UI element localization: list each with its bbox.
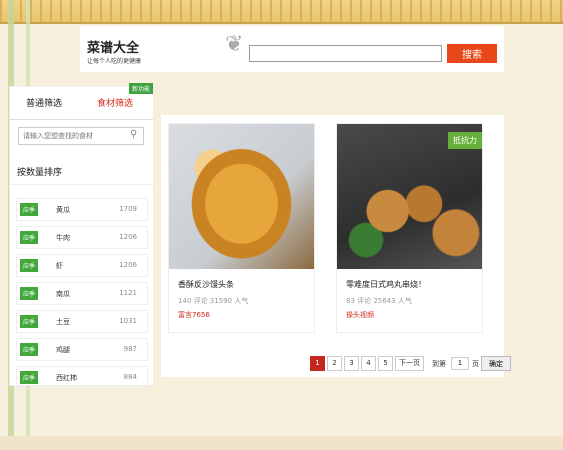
season-tag: 应季 bbox=[20, 371, 39, 384]
recipe-title[interactable]: 零难度日式鸡丸串烧！ bbox=[346, 279, 426, 290]
ingredient-name: 黄瓜 bbox=[56, 206, 70, 214]
recipe-author[interactable]: 富言7656 bbox=[178, 310, 210, 320]
search-button[interactable]: 搜索 bbox=[447, 44, 497, 63]
search-input[interactable] bbox=[249, 45, 442, 62]
ingredient-count: 1206 bbox=[119, 233, 137, 241]
list-item[interactable]: 应季 土豆 1031 bbox=[16, 310, 148, 333]
recipe-badge: 抵抗力 bbox=[448, 132, 482, 149]
tab-basic-filter[interactable]: 普通筛选 bbox=[26, 96, 62, 109]
recipe-title[interactable]: 香酥反沙馒头条 bbox=[178, 279, 234, 290]
recipe-card[interactable]: 香酥反沙馒头条 140 评论 31590 人气 富言7656 bbox=[168, 123, 315, 333]
ingredient-name: 土豆 bbox=[56, 318, 70, 326]
season-tag: 应季 bbox=[20, 259, 39, 272]
ingredient-name: 西红柿 bbox=[56, 374, 77, 382]
recipe-image[interactable]: 抵抗力 bbox=[337, 124, 482, 269]
recipe-grid: 香酥反沙馒头条 140 评论 31590 人气 富言7656 抵抗力 零难度日式… bbox=[161, 115, 504, 377]
ingredient-name: 鸡腿 bbox=[56, 346, 70, 354]
divider bbox=[10, 184, 153, 185]
pagination: 1 2 3 4 5 下一页 到第 页 确定 bbox=[310, 356, 511, 371]
list-item[interactable]: 应季 南瓜 1121 bbox=[16, 282, 148, 305]
goto-suffix: 页 bbox=[472, 359, 479, 368]
ingredient-count: 1206 bbox=[119, 261, 137, 269]
page-button[interactable]: 1 bbox=[310, 356, 325, 371]
page-button[interactable]: 2 bbox=[327, 356, 342, 371]
list-item[interactable]: 应季 西红柿 884 bbox=[16, 366, 148, 389]
ingredient-list: 应季 黄瓜 1709 应季 牛肉 1206 应季 虾 1206 应季 南瓜 11… bbox=[16, 198, 148, 394]
tab-ingredient-filter[interactable]: 食材筛选 bbox=[97, 96, 133, 109]
ingredient-count: 1709 bbox=[119, 205, 137, 213]
next-page-button[interactable]: 下一页 bbox=[395, 356, 424, 371]
recipe-stats: 140 评论 31590 人气 bbox=[178, 297, 249, 305]
site-title[interactable]: 菜谱大全 bbox=[87, 37, 139, 56]
recipe-card[interactable]: 抵抗力 零难度日式鸡丸串烧！ 83 评论 25643 人气 操头视频 bbox=[336, 123, 483, 333]
list-item[interactable]: 应季 黄瓜 1709 bbox=[16, 198, 148, 221]
page-button[interactable]: 4 bbox=[361, 356, 376, 371]
recipe-image[interactable] bbox=[169, 124, 314, 269]
ingredient-count: 987 bbox=[123, 345, 137, 353]
season-tag: 应季 bbox=[20, 203, 39, 216]
ingredient-name: 虾 bbox=[56, 262, 63, 270]
new-feature-badge: 新功能 bbox=[128, 83, 153, 94]
page-button[interactable]: 5 bbox=[378, 356, 393, 371]
site-subtitle: 让每个人吃的更健康 bbox=[87, 58, 142, 65]
filter-sidebar: 普通筛选 食材筛选 新功能 ⚲ 按数量排序 应季 黄瓜 1709 应季 牛肉 1… bbox=[9, 83, 154, 389]
ingredient-count: 1121 bbox=[119, 289, 137, 297]
site-header: 菜谱大全 让每个人吃的更健康 ❦ 搜索 bbox=[80, 26, 504, 72]
goto-page-input[interactable] bbox=[451, 357, 469, 370]
page-button[interactable]: 3 bbox=[344, 356, 359, 371]
decorative-border bbox=[0, 0, 563, 24]
bottom-decoration bbox=[0, 436, 563, 450]
ingredient-count: 884 bbox=[123, 373, 137, 381]
sort-title: 按数量排序 bbox=[17, 168, 63, 178]
ingredient-search-input[interactable] bbox=[18, 127, 144, 145]
goto-label: 到第 bbox=[432, 359, 446, 368]
season-tag: 应季 bbox=[20, 343, 39, 356]
list-item[interactable]: 应季 牛肉 1206 bbox=[16, 226, 148, 249]
filter-tabs: 普通筛选 食材筛选 新功能 bbox=[10, 83, 153, 120]
recipe-stats: 83 评论 25643 人气 bbox=[346, 297, 412, 305]
season-tag: 应季 bbox=[20, 231, 39, 244]
season-tag: 应季 bbox=[20, 287, 39, 300]
search-icon[interactable]: ⚲ bbox=[130, 129, 137, 140]
confirm-button[interactable]: 确定 bbox=[481, 356, 511, 371]
list-item[interactable]: 应季 鸡腿 987 bbox=[16, 338, 148, 361]
ingredient-count: 1031 bbox=[119, 317, 137, 325]
ingredient-name: 牛肉 bbox=[56, 234, 70, 242]
recipe-author[interactable]: 操头视频 bbox=[346, 310, 374, 320]
season-tag: 应季 bbox=[20, 315, 39, 328]
ingredient-name: 南瓜 bbox=[56, 290, 70, 298]
list-item[interactable]: 应季 虾 1206 bbox=[16, 254, 148, 277]
swirl-ornament-icon: ❦ bbox=[225, 32, 244, 57]
